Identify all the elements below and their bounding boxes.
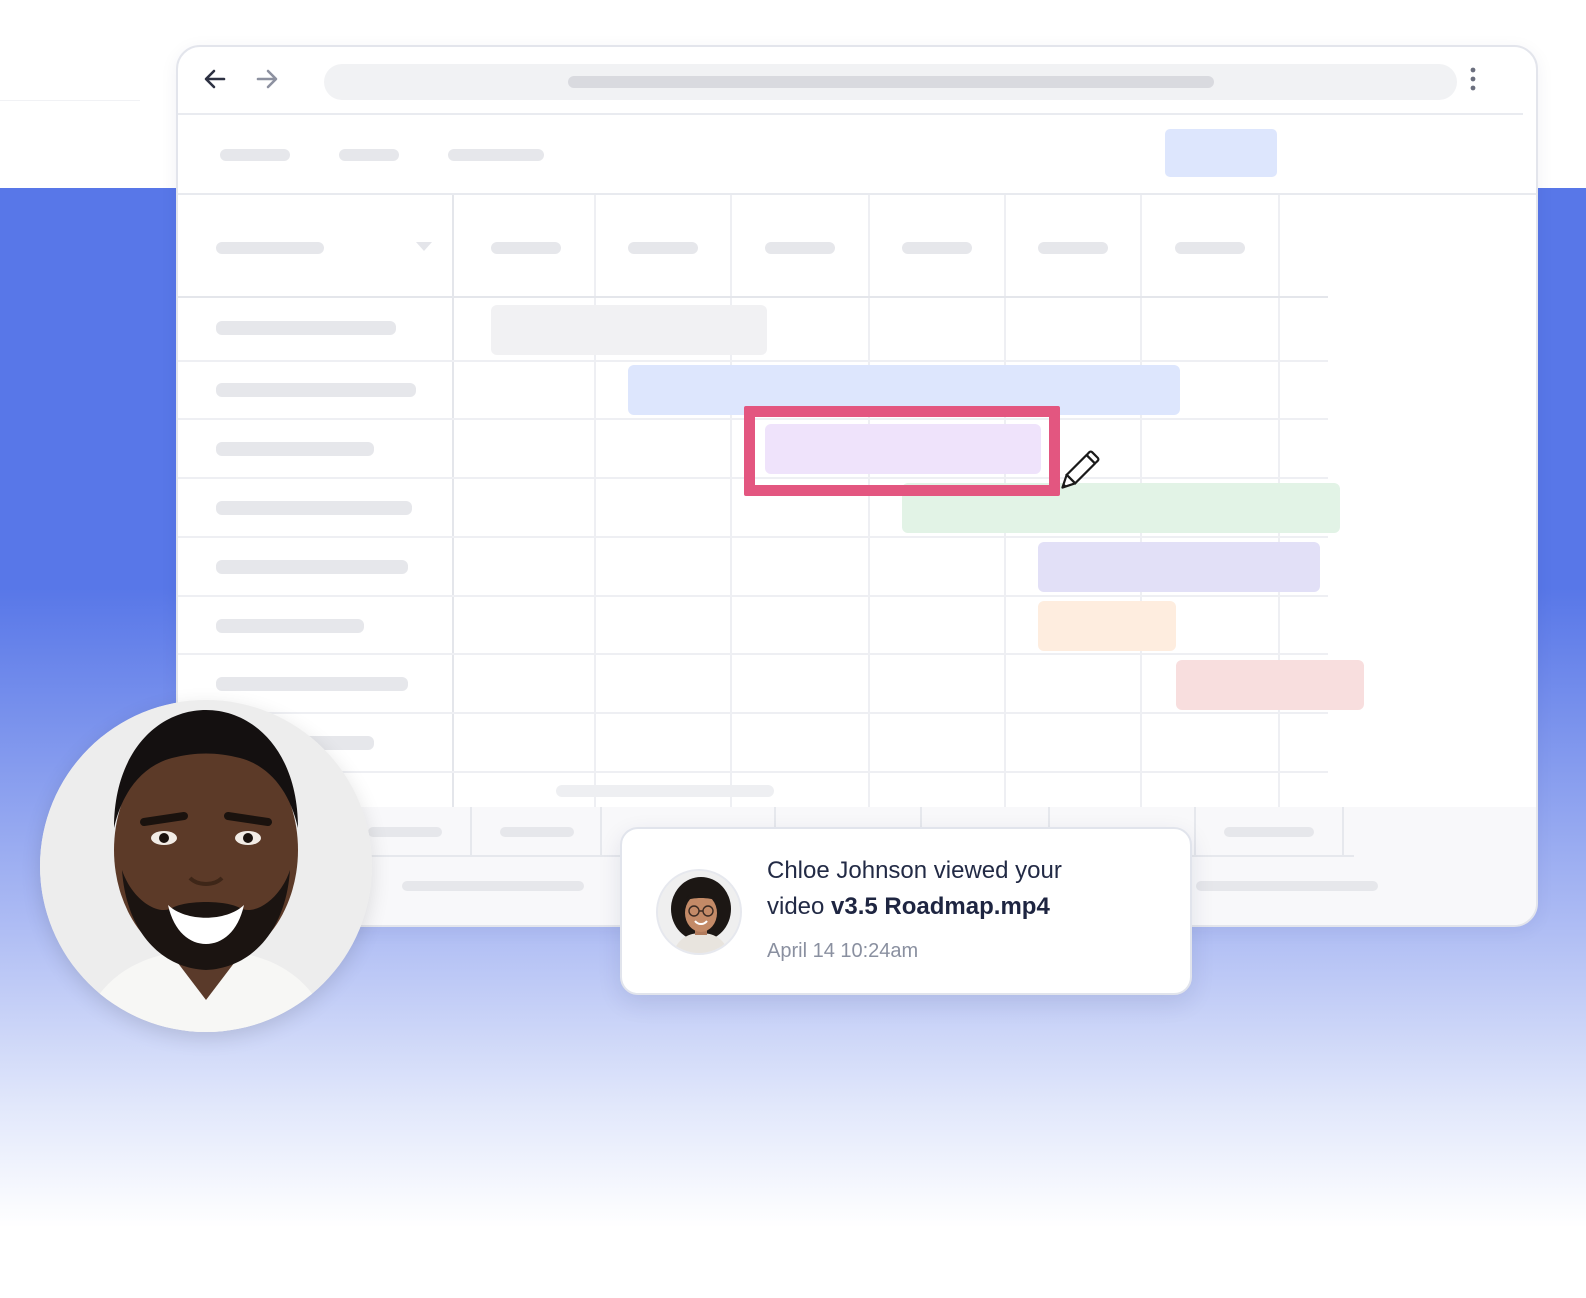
user-avatar-large [40,700,372,1032]
notification-timestamp: April 14 10:24am [767,940,919,962]
nav-item-placeholder[interactable] [220,149,290,161]
address-bar[interactable] [324,64,1457,100]
activity-notification[interactable]: Chloe Johnson viewed your video v3.5 Roa… [620,827,1192,995]
footer-text-placeholder [402,881,584,891]
footer-cell-divider [600,807,602,857]
notification-line-2: video v3.5 Roadmap.mp4 [767,889,1167,925]
column-header-placeholder [628,242,698,254]
notification-line-2-prefix: video [767,893,825,920]
row-label-placeholder [216,442,374,456]
gantt-bar[interactable] [1038,601,1176,651]
gantt-bar[interactable] [1038,542,1320,592]
row-label-placeholder [216,619,364,633]
man-portrait-icon [40,700,372,1032]
column-header-placeholder [902,242,972,254]
browser-toolbar [178,47,1536,115]
footer-text-placeholder [1196,881,1378,891]
notification-line-1: Chloe Johnson viewed your [767,857,1062,884]
footer-cell-divider [1342,807,1344,857]
column-header-placeholder [1175,242,1245,254]
top-left-panel [0,0,175,188]
gantt-bar[interactable] [1176,660,1364,710]
app-header [178,115,1536,193]
footer-value-placeholder [500,827,574,837]
row-label-placeholder [216,677,408,691]
pencil-icon [1061,450,1100,489]
horizontal-scrollbar[interactable] [556,785,774,797]
row-divider [178,771,1328,773]
notification-message: Chloe Johnson viewed your video v3.5 Roa… [767,853,1167,925]
video-filename[interactable]: v3.5 Roadmap.mp4 [831,893,1050,920]
row-divider [178,712,1328,714]
footer-value-placeholder [1224,827,1314,837]
footer-cell-divider [470,807,472,857]
grid-column-divider [730,195,732,815]
selection-highlight [744,406,1060,496]
column-header-placeholder [491,242,561,254]
row-label-placeholder [216,321,396,335]
column-header-placeholder [765,242,835,254]
footer-cell-divider [1194,807,1196,857]
arrow-left-icon[interactable] [200,64,230,94]
row-label-placeholder [216,560,408,574]
caret-down-icon[interactable] [416,242,432,251]
url-placeholder [568,76,1214,88]
grid-column-divider [452,195,454,815]
nav-item-placeholder[interactable] [339,149,399,161]
grid-column-divider [868,195,870,815]
viewer-avatar [656,869,742,955]
row-divider [178,536,1328,538]
footer-value-placeholder [368,827,442,837]
header-row-divider [178,296,1328,298]
row-label-placeholder [216,383,416,397]
column-header-placeholder [1038,242,1108,254]
woman-portrait-icon [658,871,740,953]
nav-item-placeholder[interactable] [448,149,544,161]
row-divider [178,360,1328,362]
row-divider [178,595,1328,597]
column-filter-placeholder[interactable] [216,242,324,254]
vertical-dots-icon[interactable] [1468,64,1478,94]
row-label-placeholder [216,501,412,515]
arrow-right-icon[interactable] [252,64,282,94]
gantt-chart [178,195,1536,815]
primary-action-button[interactable] [1165,129,1277,177]
gantt-bar[interactable] [491,305,767,355]
row-divider [178,653,1328,655]
grid-column-divider [594,195,596,815]
